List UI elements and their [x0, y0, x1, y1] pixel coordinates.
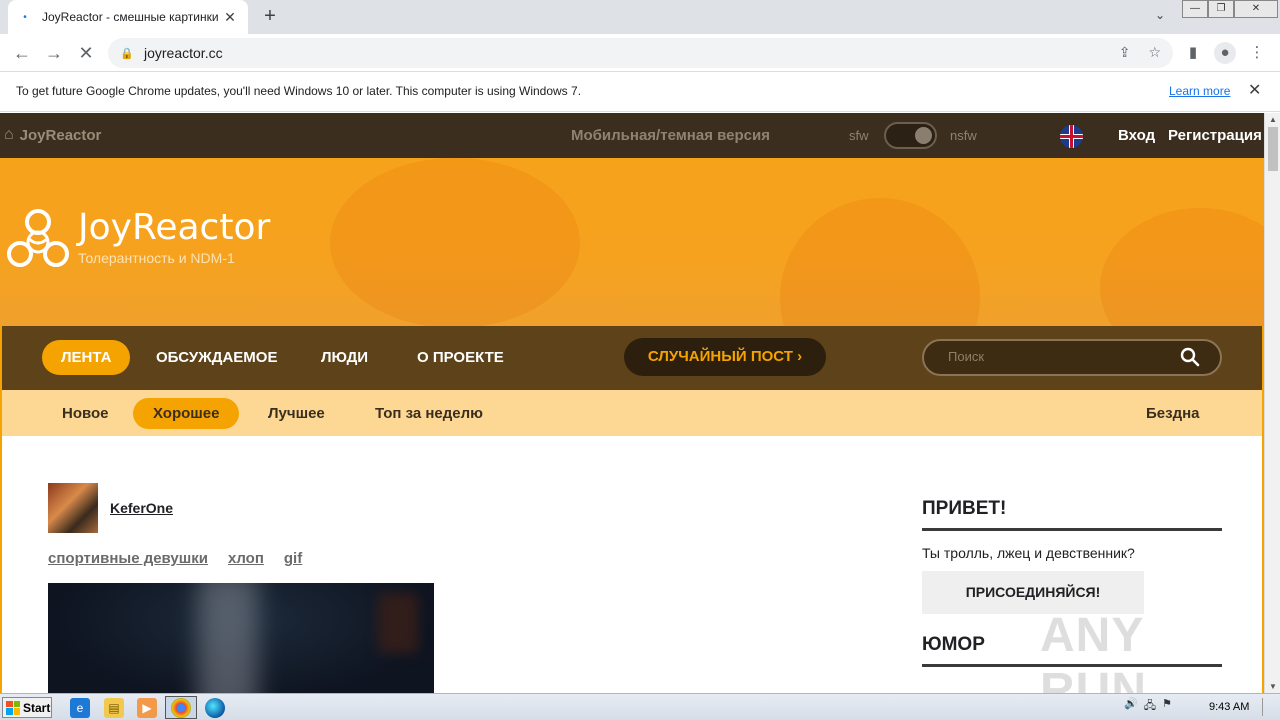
stop-loading-icon[interactable]: ✕	[74, 41, 98, 65]
nav-feed[interactable]: ЛЕНТА	[42, 340, 131, 375]
infobar-close-icon[interactable]: ✕	[1248, 80, 1261, 100]
close-window-button[interactable]: ✕	[1234, 0, 1278, 18]
tab-search-icon[interactable]: ⌄	[1150, 8, 1170, 26]
side-panel-icon[interactable]: ▮	[1182, 42, 1204, 64]
learn-more-link[interactable]: Learn more	[1169, 84, 1230, 98]
random-post-label: СЛУЧАЙНЫЙ ПОСТ	[647, 348, 793, 365]
tag-link[interactable]: хлоп	[228, 550, 264, 567]
subnav-good[interactable]: Хорошее	[133, 398, 240, 429]
start-label: Start	[23, 700, 51, 715]
avatar[interactable]	[48, 483, 98, 533]
watermark: ANY RUN	[1040, 609, 1147, 693]
logo-tagline: Толерантность и NDM-1	[78, 250, 235, 266]
greeting-text: Ты тролль, лжец и девственник?	[922, 545, 1135, 561]
register-link[interactable]: Регистрация	[1168, 127, 1262, 144]
show-desktop-button[interactable]	[1262, 698, 1276, 716]
nsfw-label: nsfw	[950, 128, 977, 143]
sfw-label: sfw	[849, 128, 869, 143]
subnav-abyss[interactable]: Бездна	[1146, 398, 1200, 429]
header-banner: JoyReactor Толерантность и NDM-1	[0, 158, 1264, 326]
tab-strip: • JoyReactor - смешные картинки и ✕ + ⌄ …	[0, 0, 1280, 34]
share-icon[interactable]: ⇪	[1119, 44, 1131, 61]
page-scrollbar[interactable]: ▲ ▼	[1264, 113, 1280, 693]
site-logo[interactable]: JoyReactor Толерантность и NDM-1	[6, 208, 270, 272]
browser-tab[interactable]: • JoyReactor - смешные картинки и ✕	[8, 0, 248, 34]
minimize-button[interactable]: —	[1182, 0, 1208, 18]
mobile-version-link[interactable]: Мобильная/темная версия	[571, 127, 770, 144]
start-button[interactable]: Start	[2, 697, 52, 718]
tab-title: JoyReactor - смешные картинки и	[42, 10, 222, 24]
web-page: ⌂ JoyReactor Мобильная/темная версия sfw…	[0, 113, 1264, 693]
action-center-flag-icon[interactable]: ⚑	[1162, 697, 1172, 716]
search-icon[interactable]	[1180, 347, 1200, 367]
file-explorer-icon[interactable]: ▤	[104, 698, 124, 718]
nav-discussed[interactable]: ОБСУЖДАЕМОЕ	[156, 340, 277, 375]
profile-avatar-icon[interactable]: ●	[1214, 42, 1236, 64]
random-post-button[interactable]: СЛУЧАЙНЫЙ ПОСТ ›	[624, 338, 826, 376]
site-topbar: ⌂ JoyReactor Мобильная/темная версия sfw…	[0, 113, 1264, 158]
uk-flag-icon[interactable]	[1060, 125, 1083, 148]
lock-icon: 🔒	[120, 47, 134, 60]
greeting-title: ПРИВЕТ!	[922, 498, 1222, 531]
restore-button[interactable]: ❐	[1208, 0, 1234, 18]
infobar-message: To get future Google Chrome updates, you…	[16, 84, 582, 98]
home-link[interactable]: ⌂ JoyReactor	[4, 126, 101, 144]
forward-icon[interactable]: →	[42, 41, 66, 65]
edge-icon[interactable]	[205, 698, 225, 718]
logo-name: JoyReactor	[78, 207, 271, 248]
post-image[interactable]	[48, 583, 434, 693]
main-nav: ЛЕНТА ОБСУЖДАЕМОЕ ЛЮДИ О ПРОЕКТЕ СЛУЧАЙН…	[2, 326, 1262, 390]
internet-explorer-icon[interactable]: e	[70, 698, 90, 718]
subnav-new[interactable]: Новое	[62, 398, 109, 429]
media-player-icon[interactable]: ▶	[137, 698, 157, 718]
tab-close-icon[interactable]: ✕	[222, 9, 238, 26]
biohazard-logo-icon	[6, 208, 70, 272]
tag-link[interactable]: gif	[284, 550, 302, 567]
windows-logo-icon	[6, 700, 20, 715]
home-label: JoyReactor	[19, 126, 102, 144]
sub-nav: Новое Хорошее Лучшее Топ за неделю Бездн…	[2, 390, 1262, 436]
subnav-top-week[interactable]: Топ за неделю	[375, 398, 483, 429]
post-author: KeferOne	[48, 483, 173, 533]
sfw-nsfw-toggle[interactable]	[884, 122, 937, 149]
search-box[interactable]	[922, 339, 1222, 376]
chevron-right-icon: ›	[797, 348, 803, 365]
search-input[interactable]	[948, 349, 1168, 364]
browser-toolbar: ← → ✕ 🔒 joyreactor.cc ⇪ ☆ ▮ ● ⋮	[0, 34, 1280, 72]
subnav-best[interactable]: Лучшее	[268, 398, 325, 429]
volume-icon[interactable]: 🔊	[1124, 697, 1138, 716]
home-icon: ⌂	[4, 126, 14, 143]
update-infobar: To get future Google Chrome updates, you…	[0, 72, 1280, 112]
address-bar[interactable]: 🔒 joyreactor.cc ⇪ ☆	[108, 38, 1173, 68]
troll-face-decoration-right	[1100, 208, 1264, 326]
author-username[interactable]: KeferOne	[110, 500, 173, 516]
network-icon[interactable]: 🖧	[1144, 697, 1156, 716]
nav-people[interactable]: ЛЮДИ	[321, 340, 368, 375]
system-tray: 🔊 🖧 ⚑	[1124, 697, 1172, 716]
url-text: joyreactor.cc	[144, 45, 223, 61]
login-link[interactable]: Вход	[1118, 127, 1155, 144]
tag-link[interactable]: спортивные девушки	[48, 550, 208, 567]
scroll-thumb[interactable]	[1268, 127, 1278, 171]
back-icon[interactable]: ←	[10, 41, 34, 65]
chrome-icon	[171, 698, 191, 718]
taskbar-clock[interactable]: 9:43 AM	[1209, 701, 1249, 713]
menu-kebab-icon[interactable]: ⋮	[1246, 42, 1268, 64]
windows-taskbar: Start e ▤ ▶ 🔊 🖧 ⚑ 9:43 AM	[0, 693, 1280, 720]
nav-about[interactable]: О ПРОЕКТЕ	[417, 340, 504, 375]
new-tab-button[interactable]: +	[258, 5, 282, 29]
troll-face-decoration	[330, 158, 580, 326]
post-tags: спортивные девушки хлоп gif	[48, 550, 302, 567]
scroll-up-icon[interactable]: ▲	[1269, 115, 1277, 124]
bookmark-star-icon[interactable]: ☆	[1148, 44, 1161, 61]
toggle-knob	[915, 127, 932, 144]
radiation-sign-decoration	[780, 198, 980, 326]
loading-spinner-icon: •	[23, 11, 27, 23]
scroll-down-icon[interactable]: ▼	[1269, 682, 1277, 691]
